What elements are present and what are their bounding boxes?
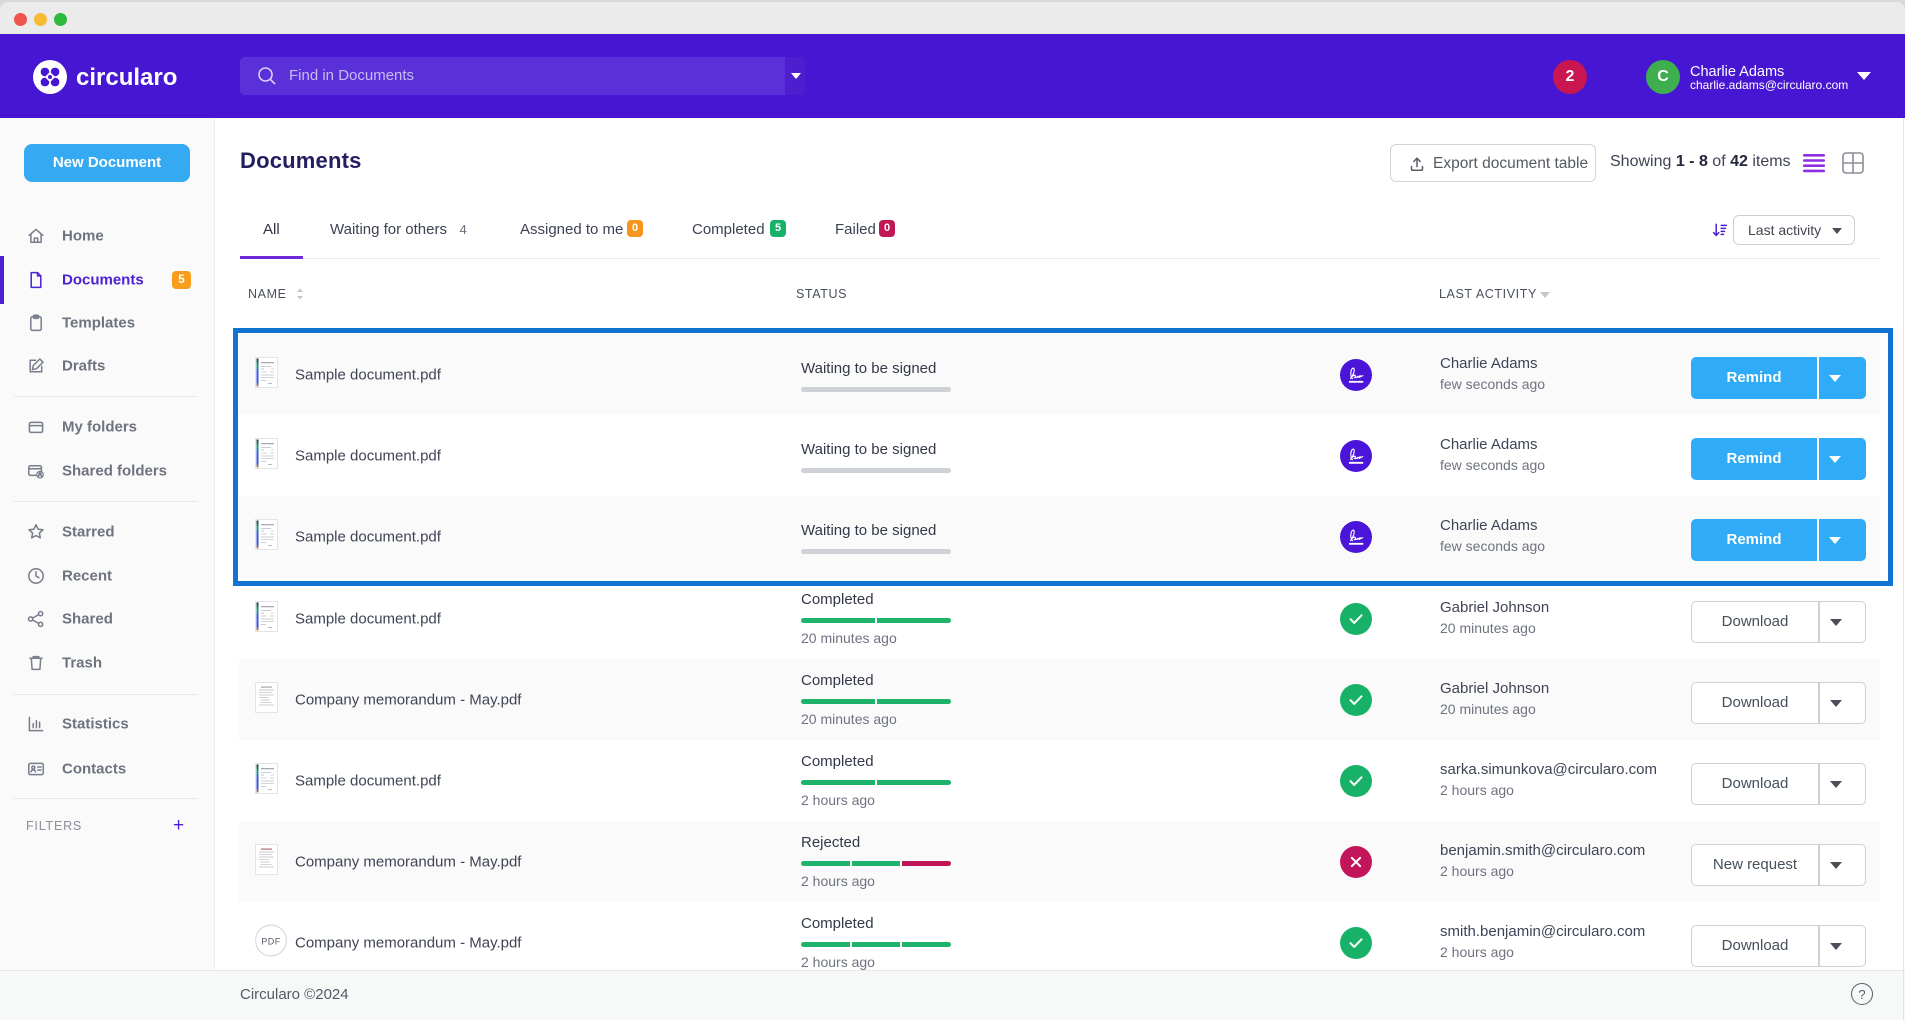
svg-text:PDF: PDF (261, 936, 281, 946)
